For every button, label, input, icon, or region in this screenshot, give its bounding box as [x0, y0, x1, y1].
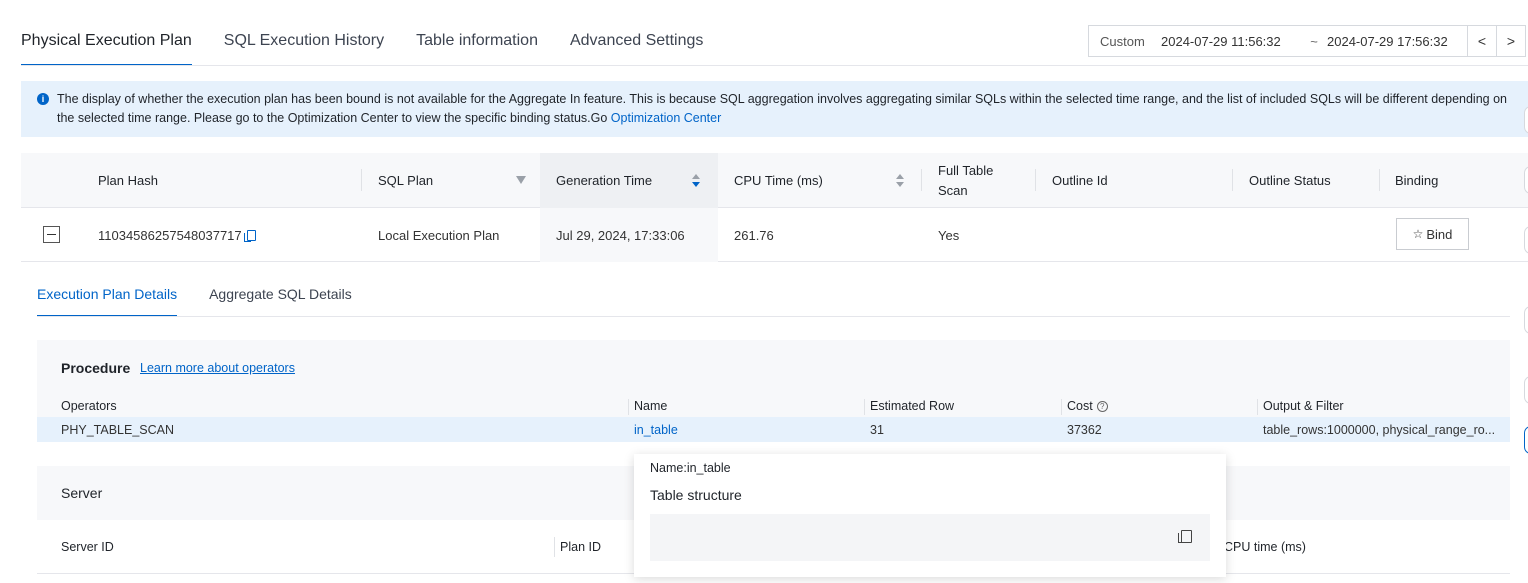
col-server-cpu-time: CPU time (ms): [1224, 540, 1306, 554]
main-tabs: Physical Execution Plan SQL Execution Hi…: [21, 0, 735, 66]
next-range-button[interactable]: >: [1496, 25, 1526, 57]
side-widget[interactable]: [1524, 226, 1528, 254]
col-plan-id: Plan ID: [554, 520, 601, 574]
info-icon: i: [37, 93, 49, 105]
side-widget[interactable]: [1524, 376, 1528, 404]
col-name: Name: [628, 395, 667, 417]
output-filter-cell: table_rows:1000000, physical_range_ro...: [1263, 422, 1496, 437]
bind-button[interactable]: ☆ Bind: [1396, 218, 1469, 250]
tab-table-information[interactable]: Table information: [416, 0, 538, 66]
col-binding: Binding: [1395, 173, 1439, 188]
chevron-left-icon: <: [1477, 33, 1487, 49]
minus-icon: [47, 234, 56, 235]
col-generation-time[interactable]: Generation Time: [540, 153, 718, 208]
table-structure-code: [650, 514, 1210, 561]
table-row[interactable]: PHY_TABLE_SCAN in_table 31 37362 table_r…: [37, 417, 1510, 442]
procedure-title: Procedure: [61, 360, 131, 376]
col-cost: Cost?: [1061, 395, 1108, 417]
table-structure-popover: Name:in_table Table structure: [634, 454, 1226, 577]
col-output-filter: Output & Filter: [1257, 395, 1344, 417]
col-server-id: Server ID: [61, 540, 114, 554]
help-icon[interactable]: ?: [1096, 400, 1108, 412]
learn-more-operators-link[interactable]: Learn more about operators: [140, 361, 295, 375]
time-range-picker[interactable]: Custom 2024-07-29 11:56:32 ~ 2024-07-29 …: [1088, 25, 1468, 57]
side-widget[interactable]: [1524, 166, 1528, 194]
sort-icon[interactable]: [692, 174, 700, 188]
side-widget[interactable]: [1524, 426, 1528, 454]
cpu-time-cell: 261.76: [734, 227, 774, 243]
prev-range-button[interactable]: <: [1467, 25, 1497, 57]
copy-icon[interactable]: [1178, 530, 1192, 543]
table-name-link[interactable]: in_table: [634, 423, 678, 437]
name-cell: in_table: [634, 417, 678, 442]
col-outline-status: Outline Status: [1233, 153, 1380, 208]
table-row: 11034586257548037717 Local Execution Pla…: [21, 208, 1528, 262]
collapse-row-button[interactable]: [43, 226, 60, 243]
procedure-card: Procedure Learn more about operators Ope…: [37, 340, 1510, 442]
tab-advanced-settings[interactable]: Advanced Settings: [570, 0, 703, 66]
col-full-table-scan: Full Table Scan: [922, 153, 1036, 208]
info-banner: i The display of whether the execution p…: [21, 81, 1528, 137]
popover-table-name: Name:in_table: [650, 461, 731, 475]
range-end-input[interactable]: 2024-07-29 17:56:32: [1327, 34, 1467, 49]
col-plan-hash: Plan Hash: [98, 153, 362, 208]
tab-execution-plan-details[interactable]: Execution Plan Details: [37, 262, 178, 317]
generation-time-cell: Jul 29, 2024, 17:33:06: [540, 208, 718, 262]
tab-aggregate-sql-details[interactable]: Aggregate SQL Details: [209, 262, 352, 317]
range-start-input[interactable]: 2024-07-29 11:56:32: [1161, 34, 1301, 49]
popover-title: Table structure: [650, 487, 742, 503]
chevron-right-icon: >: [1506, 33, 1516, 49]
detail-tabs: Execution Plan Details Aggregate SQL Det…: [37, 262, 384, 317]
side-widget[interactable]: [1524, 106, 1528, 134]
detail-tabs-divider: [37, 316, 1510, 317]
estimated-row-cell: 31: [870, 422, 884, 437]
plan-hash-cell: 11034586257548037717: [98, 208, 256, 262]
tab-sql-execution-history[interactable]: SQL Execution History: [224, 0, 384, 66]
star-icon: ☆: [1412, 227, 1424, 241]
range-mode-select[interactable]: Custom: [1089, 34, 1161, 49]
optimization-center-link[interactable]: Optimization Center: [611, 111, 721, 125]
sort-icon[interactable]: [896, 174, 904, 188]
operator-cell: PHY_TABLE_SCAN: [61, 422, 175, 437]
filter-icon[interactable]: [516, 176, 526, 184]
banner-text: The display of whether the execution pla…: [57, 92, 1507, 125]
plan-table-header: Plan Hash SQL Plan Generation Time CPU T…: [21, 153, 1528, 208]
tab-physical-execution-plan[interactable]: Physical Execution Plan: [21, 0, 192, 66]
col-operators: Operators: [61, 399, 117, 413]
side-widget[interactable]: [1524, 306, 1528, 334]
col-cpu-time[interactable]: CPU Time (ms): [718, 153, 922, 208]
sql-plan-cell: Local Execution Plan: [378, 227, 500, 243]
col-estimated-row: Estimated Row: [864, 395, 954, 417]
col-sql-plan: SQL Plan: [362, 153, 540, 208]
copy-icon[interactable]: [243, 229, 256, 242]
tabs-divider: [21, 65, 1528, 66]
full-table-scan-cell: Yes: [938, 227, 960, 243]
col-outline-id: Outline Id: [1036, 153, 1233, 208]
range-separator: ~: [1310, 33, 1318, 49]
server-title: Server: [61, 485, 103, 501]
cost-cell: 37362: [1067, 422, 1102, 437]
